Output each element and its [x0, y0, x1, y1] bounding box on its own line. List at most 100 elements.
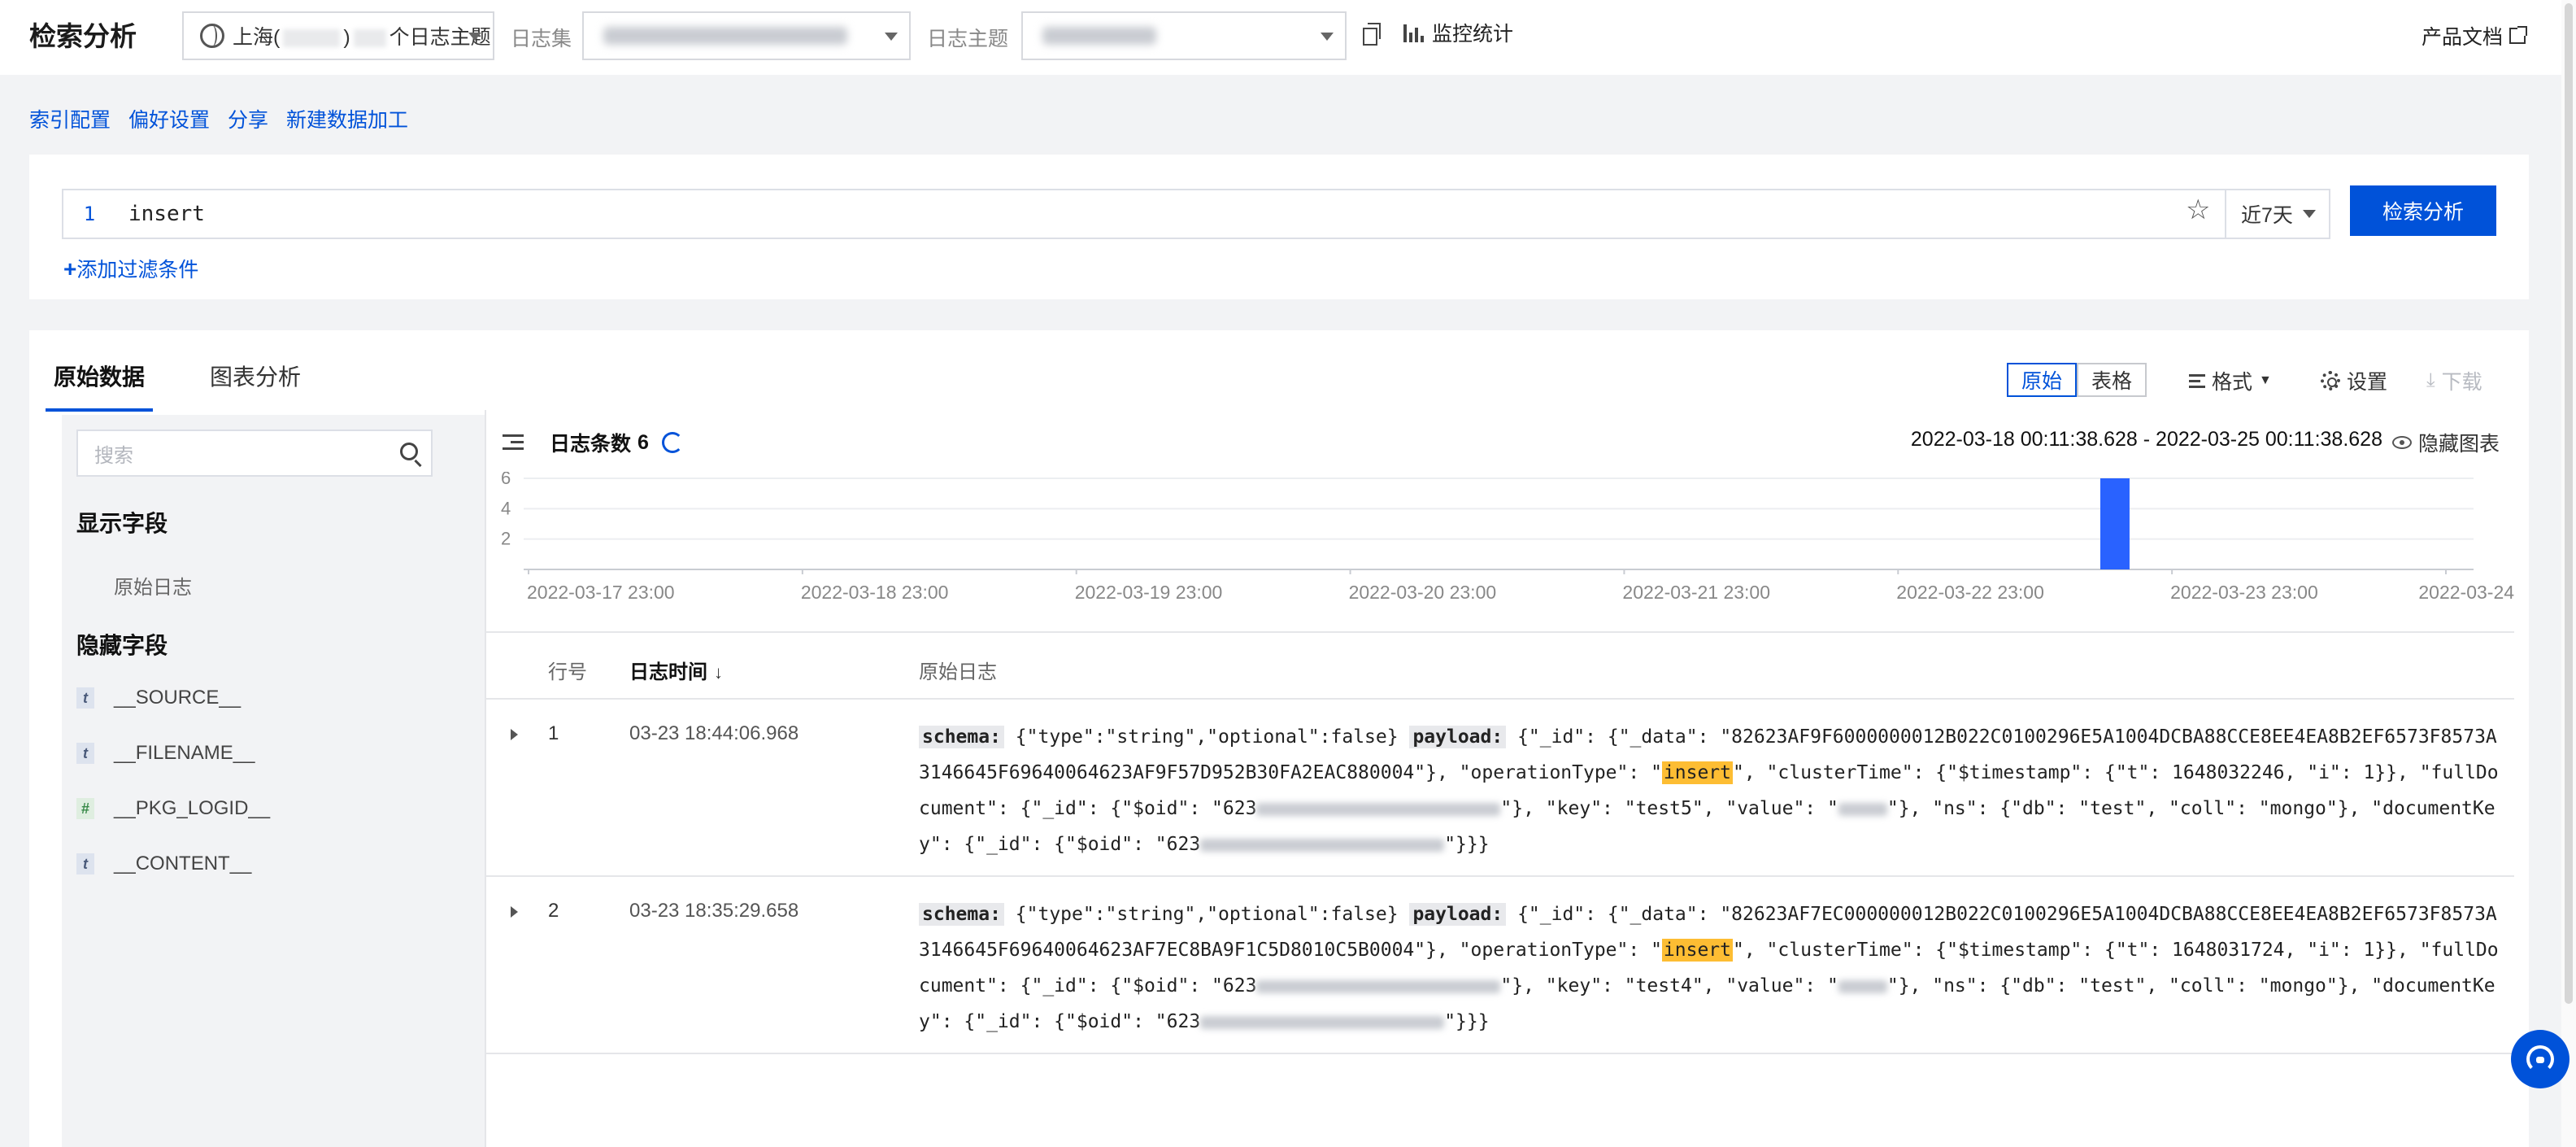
- expand-row-icon[interactable]: [511, 906, 518, 918]
- hide-chart-label: 隐藏图表: [2417, 433, 2500, 456]
- field-item[interactable]: t __SOURCE__: [76, 687, 241, 709]
- schema-tag: schema:: [919, 726, 1004, 748]
- redacted-value: [1838, 802, 1887, 816]
- product-docs-label: 产品文档: [2422, 26, 2504, 49]
- region-name: 上海() 个日志主题: [233, 26, 491, 49]
- view-table-button[interactable]: 表格: [2077, 363, 2147, 397]
- x-tick-label: 2022-03-17 23:00: [527, 582, 675, 603]
- logset-value-redacted: [603, 27, 847, 45]
- redacted-value: [1200, 1015, 1445, 1029]
- hidden-fields-title: 隐藏字段: [76, 633, 168, 658]
- settings-button[interactable]: 设置: [2321, 366, 2387, 395]
- chevron-down-icon: [885, 33, 898, 41]
- topic-value-redacted: [1042, 27, 1156, 45]
- gear-icon: [2321, 371, 2340, 390]
- number-type-icon: #: [76, 798, 94, 819]
- shown-fields-title: 显示字段: [76, 511, 168, 536]
- monitor-stats-button[interactable]: 监控统计: [1403, 18, 1513, 47]
- log-main-area: 日志条数 6 2022-03-18 00:11:38.628 - 2022-03…: [485, 410, 2514, 1147]
- raw-log-content: schema: {"type":"string","optional":fals…: [919, 726, 2499, 855]
- field-item[interactable]: # __PKG_LOGID__: [76, 797, 270, 820]
- top-bar: 检索分析 上海() 个日志主题 日志集 日志主题 监控统计 产品文档: [0, 0, 2576, 75]
- field-item[interactable]: t __FILENAME__: [76, 742, 255, 765]
- column-header-row-number: 行号: [548, 661, 587, 683]
- field-item[interactable]: t __CONTENT__: [76, 853, 251, 875]
- chevron-down-icon: ▼: [2259, 373, 2272, 387]
- text-type-icon: t: [76, 743, 94, 764]
- bar-chart-icon: [1403, 23, 1424, 42]
- log-count-value: 6: [637, 430, 649, 454]
- text-type-icon: t: [76, 687, 94, 709]
- chevron-down-icon: [2303, 210, 2316, 218]
- plus-icon: +: [63, 256, 77, 281]
- x-tick-label: 2022-03-23 23:00: [2170, 582, 2318, 603]
- redacted-value: [1256, 979, 1501, 993]
- topic-label: 日志主题: [927, 28, 1009, 50]
- link-preferences[interactable]: 偏好设置: [128, 104, 210, 133]
- page-title: 检索分析: [29, 21, 137, 51]
- field-name: __PKG_LOGID__: [114, 797, 271, 819]
- text-type-icon: t: [76, 853, 94, 874]
- keyword-highlight: insert: [1661, 761, 1734, 784]
- chart-time-range: 2022-03-18 00:11:38.628 - 2022-03-25 00:…: [1910, 428, 2382, 451]
- table-header: 行号 日志时间 ↓ 原始日志: [486, 631, 2514, 700]
- x-tick-label: 2022-03-19 23:00: [1075, 582, 1223, 603]
- redacted-value: [1256, 802, 1501, 816]
- field-search-input[interactable]: 搜索: [76, 430, 433, 477]
- row-number: 2: [548, 900, 559, 922]
- settings-label: 设置: [2347, 371, 2388, 394]
- x-tick-label: 2022-03-24 23:00: [2418, 582, 2514, 603]
- download-icon: ⤓: [2426, 369, 2435, 391]
- format-dropdown[interactable]: 格式 ▼: [2189, 366, 2272, 395]
- hide-chart-button[interactable]: 隐藏图表: [2391, 428, 2500, 457]
- logset-label: 日志集: [511, 28, 572, 50]
- column-header-log-time[interactable]: 日志时间 ↓: [629, 656, 723, 684]
- y-tick-label: 6: [501, 472, 511, 488]
- link-share[interactable]: 分享: [228, 104, 268, 133]
- log-time: 03-23 18:35:29.658: [629, 900, 799, 922]
- external-link-icon: [2509, 26, 2528, 44]
- row-number: 1: [548, 722, 559, 744]
- format-icon: [2189, 373, 2205, 388]
- logset-select[interactable]: [582, 11, 911, 60]
- field-sidebar: 搜索 显示字段 原始日志 隐藏字段 t __SOURCE__ t __FILEN…: [62, 415, 485, 1147]
- payload-tag: payload:: [1409, 903, 1507, 926]
- log-count-label: 日志条数: [550, 433, 632, 456]
- expand-row-icon[interactable]: [511, 729, 518, 740]
- link-index-config[interactable]: 索引配置: [29, 104, 111, 133]
- x-tick-label: 2022-03-18 23:00: [801, 582, 949, 603]
- field-raw-log[interactable]: 原始日志: [114, 571, 192, 600]
- link-new-data-processing[interactable]: 新建数据加工: [286, 104, 408, 133]
- product-docs-link[interactable]: 产品文档: [2422, 21, 2528, 50]
- topic-select[interactable]: [1021, 11, 1347, 60]
- result-tabs: 原始数据 图表分析: [46, 360, 309, 412]
- download-button[interactable]: ⤓ 下载: [2426, 366, 2482, 395]
- tab-raw-data[interactable]: 原始数据: [46, 360, 154, 412]
- query-editor[interactable]: 1 insert: [62, 189, 2231, 239]
- search-icon[interactable]: [400, 443, 418, 460]
- query-panel: 1 insert ☆ 近7天 检索分析 +添加过滤条件: [29, 155, 2529, 299]
- y-tick-label: 4: [501, 498, 511, 518]
- field-name: __SOURCE__: [114, 687, 242, 709]
- region-topic-select[interactable]: 上海() 个日志主题: [182, 11, 494, 60]
- collapse-sidebar-icon[interactable]: [503, 434, 524, 451]
- star-icon[interactable]: ☆: [2186, 194, 2210, 226]
- chevron-down-icon: [1321, 33, 1334, 41]
- query-text[interactable]: insert: [128, 202, 205, 226]
- log-time: 03-23 18:44:06.968: [629, 722, 799, 744]
- view-raw-button[interactable]: 原始: [2007, 363, 2078, 397]
- raw-log-content: schema: {"type":"string","optional":fals…: [919, 903, 2499, 1032]
- view-mode-toggle: 原始 表格: [2007, 363, 2147, 397]
- y-tick-label: 2: [501, 529, 511, 549]
- time-range-select[interactable]: 近7天: [2225, 189, 2330, 239]
- redacted-value: [1838, 979, 1887, 993]
- x-tick-label: 2022-03-20 23:00: [1349, 582, 1497, 603]
- add-filter-button[interactable]: +添加过滤条件: [63, 254, 198, 283]
- histogram-bar: [2100, 478, 2130, 569]
- page-scrollbar[interactable]: [2561, 0, 2576, 1147]
- search-analyze-button[interactable]: 检索分析: [2350, 185, 2496, 236]
- field-name: __CONTENT__: [114, 853, 252, 874]
- copy-icon[interactable]: [1363, 23, 1381, 46]
- tab-chart-analysis[interactable]: 图表分析: [202, 360, 309, 412]
- customer-support-button[interactable]: [2511, 1030, 2569, 1088]
